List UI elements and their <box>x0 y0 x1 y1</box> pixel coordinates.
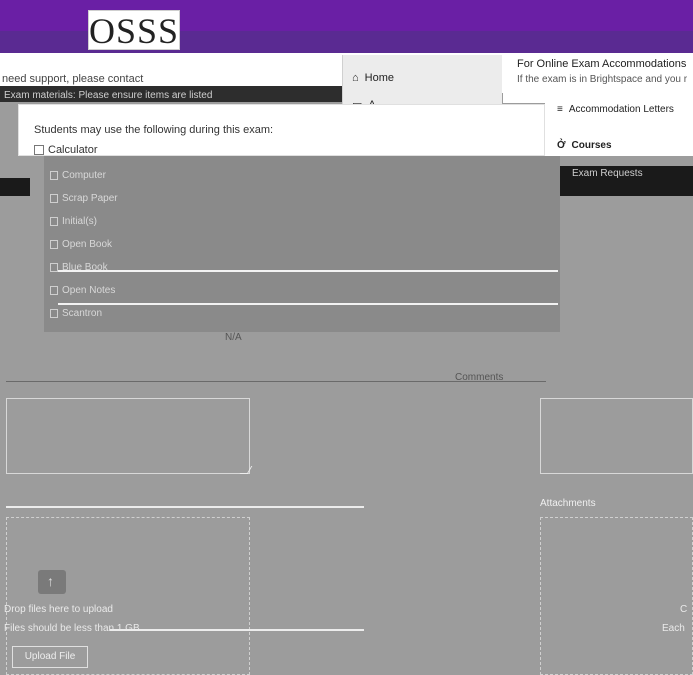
checkbox[interactable] <box>50 263 58 272</box>
option-label: Open Notes <box>62 285 116 296</box>
checkbox[interactable] <box>50 286 58 295</box>
nav-item-exam-requests[interactable]: Exam Requests <box>572 168 643 179</box>
nav-item-courses[interactable]: Ở Courses <box>557 140 612 151</box>
option-open-book[interactable]: Open Book <box>50 239 112 250</box>
apple-icon: Ở <box>557 140 566 151</box>
nav-item-home[interactable]: ⌂ Home <box>352 72 394 84</box>
drop-zone-right-hint: Each <box>662 623 685 634</box>
online-accommodations-title: For Online Exam Accommodations <box>517 58 687 70</box>
option-computer[interactable]: Computer <box>50 170 106 181</box>
support-contact-text: need support, please contact <box>2 73 144 85</box>
divider <box>58 270 558 272</box>
home-icon: ⌂ <box>352 72 359 84</box>
nav-item-accommodation-letters[interactable]: ≡ Accommodation Letters <box>557 104 674 115</box>
option-label: Open Book <box>62 239 113 250</box>
option-scrap-paper[interactable]: Scrap Paper <box>50 193 118 204</box>
na-option-label: N/A <box>225 332 242 343</box>
nav-label: Accommodation Letters <box>568 104 674 115</box>
exam-materials-lead: Students may use the following during th… <box>34 124 274 136</box>
comments-textarea[interactable] <box>6 398 250 474</box>
checkbox[interactable] <box>50 309 58 318</box>
checkbox[interactable] <box>50 217 58 226</box>
option-label: Scrap Paper <box>62 193 118 204</box>
checkbox[interactable] <box>50 240 58 249</box>
upload-file-button[interactable]: Upload File <box>12 646 88 668</box>
divider <box>110 629 364 631</box>
nav-label: Courses <box>571 140 612 151</box>
divider <box>58 303 558 305</box>
drop-zone-right-text: C <box>680 604 688 615</box>
comments-label: Comments <box>455 372 504 383</box>
drop-files-text: Drop files here to upload <box>4 604 113 615</box>
file-drop-zone-right[interactable] <box>540 517 693 675</box>
online-accommodations-subtitle: If the exam is in Brightspace and you r <box>517 74 688 85</box>
checkbox[interactable] <box>34 145 44 155</box>
checkbox[interactable] <box>50 171 58 180</box>
option-label: Initial(s) <box>62 216 98 227</box>
option-scantron[interactable]: Scantron <box>50 308 102 319</box>
divider <box>6 506 364 508</box>
option-open-notes[interactable]: Open Notes <box>50 285 115 296</box>
option-label: Scantron <box>62 308 103 319</box>
notice-strip-text: Exam materials: Please ensure items are … <box>4 90 213 101</box>
nav-label: Exam Requests <box>572 168 643 179</box>
site-logo[interactable]: OSSS <box>88 10 180 51</box>
attachments-label: Attachments <box>540 498 596 509</box>
dark-bar-left <box>0 178 30 196</box>
document-icon: ≡ <box>557 104 563 115</box>
comments-textarea-right[interactable] <box>540 398 693 474</box>
option-label: Computer <box>62 170 106 181</box>
option-calculator[interactable]: Calculator <box>34 144 98 156</box>
option-initials[interactable]: Initial(s) <box>50 216 97 227</box>
nav-label: Home <box>364 72 394 84</box>
exam-options-panel <box>44 156 560 332</box>
upload-folder-icon <box>38 570 66 594</box>
option-label: Calculator <box>48 144 98 156</box>
checkbox[interactable] <box>50 194 58 203</box>
